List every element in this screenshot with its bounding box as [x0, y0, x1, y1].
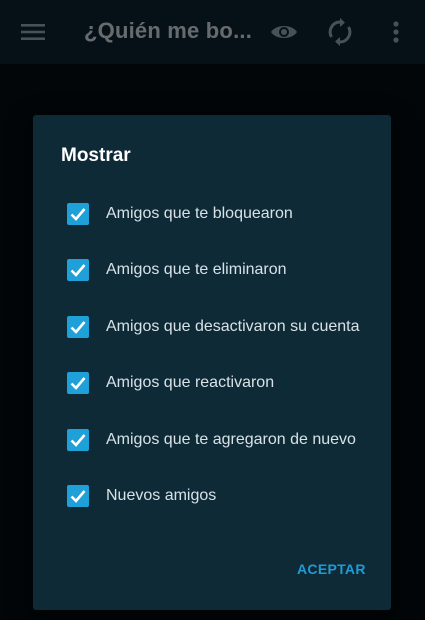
eye-icon[interactable] [268, 18, 300, 46]
option-nuevos-amigos[interactable]: Nuevos amigos [67, 481, 216, 511]
option-bloquearon[interactable]: Amigos que te bloquearon [67, 199, 293, 229]
option-eliminaron[interactable]: Amigos que te eliminaron [67, 255, 287, 285]
option-label: Amigos que te eliminaron [106, 261, 287, 278]
checkbox-checked-icon[interactable] [67, 203, 89, 225]
sync-icon[interactable] [324, 16, 356, 48]
option-reactivaron[interactable]: Amigos que reactivaron [67, 368, 274, 398]
option-agregaron-de-nuevo[interactable]: Amigos que te agregaron de nuevo [67, 425, 356, 455]
option-label: Nuevos amigos [106, 487, 217, 504]
checkbox-checked-icon[interactable] [67, 316, 89, 338]
app-bar: ¿Quién me bo... [0, 0, 425, 64]
app-title: ¿Quién me bo... [84, 18, 253, 43]
option-label: Amigos que desactivaron su cuenta [106, 318, 360, 335]
checkbox-checked-icon[interactable] [67, 485, 89, 507]
option-desactivaron[interactable]: Amigos que desactivaron su cuenta [67, 312, 359, 342]
menu-icon[interactable] [18, 18, 48, 46]
checkbox-checked-icon[interactable] [67, 372, 89, 394]
more-vert-icon[interactable] [384, 18, 408, 46]
checkbox-checked-icon[interactable] [67, 429, 89, 451]
option-label: Amigos que te agregaron de nuevo [106, 431, 356, 448]
filter-dialog: Mostrar Amigos que te bloquearon Amigos … [33, 115, 391, 610]
dialog-title: Mostrar [61, 145, 131, 166]
option-label: Amigos que reactivaron [106, 374, 275, 391]
accept-button[interactable]: ACEPTAR [297, 561, 366, 577]
option-label: Amigos que te bloquearon [106, 205, 293, 222]
checkbox-checked-icon[interactable] [67, 259, 89, 281]
